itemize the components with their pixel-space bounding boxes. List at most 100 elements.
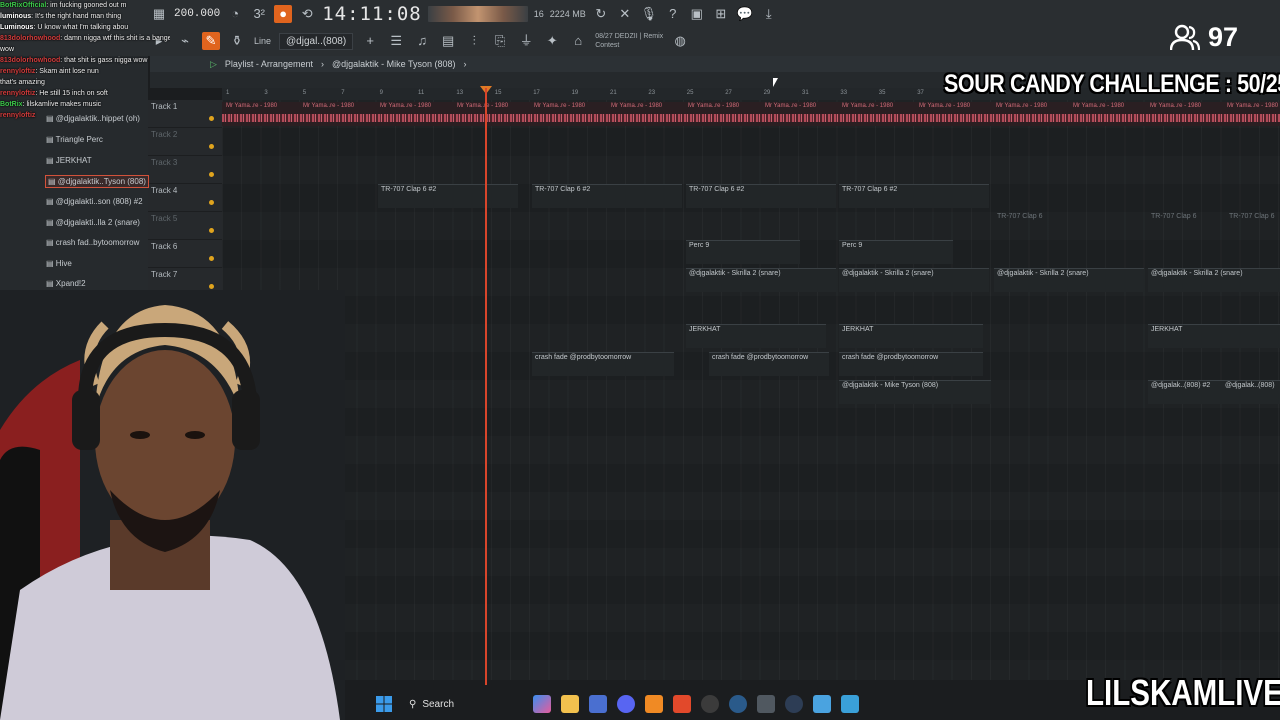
- track-mute-led[interactable]: [209, 256, 214, 261]
- plug-icon[interactable]: ⏚: [517, 32, 535, 50]
- pencil-icon[interactable]: ✎: [202, 32, 220, 50]
- taskbar-search[interactable]: ⚲ Search: [403, 693, 523, 715]
- pattern-clip[interactable]: @djgalaktik - Mike Tyson (808): [839, 380, 991, 404]
- chat-message: rennyloftiz: He still 15 inch on soft: [0, 88, 170, 99]
- track-mute-led[interactable]: [209, 228, 214, 233]
- playlist-icon[interactable]: ☰: [387, 32, 405, 50]
- chat-username: 813dolorhowhood: [0, 35, 61, 42]
- piano-roll-icon[interactable]: ♫: [413, 32, 431, 50]
- track-mute-led[interactable]: [209, 200, 214, 205]
- help-icon[interactable]: ?: [664, 5, 682, 23]
- magnet-icon[interactable]: ⌁: [176, 32, 194, 50]
- channel-brand: LILSKAMLIVE: [1086, 672, 1280, 713]
- pattern-clip[interactable]: crash fade @prodbytoomorrow: [839, 352, 983, 376]
- audio-clip-track1[interactable]: Mr Yama..re - 1980 Mr Yama..re - 1980 Mr Y…: [222, 102, 1280, 126]
- steam-icon[interactable]: [729, 695, 747, 713]
- pattern-clip[interactable]: @djgalaktik - Skrilla 2 (snare): [839, 268, 989, 292]
- pattern-clip[interactable]: @djgalaktik - Skrilla 2 (snare): [994, 268, 1144, 292]
- obs-icon[interactable]: [701, 695, 719, 713]
- play-arrow-icon[interactable]: ▷: [210, 59, 217, 70]
- track-mute-led[interactable]: [209, 144, 214, 149]
- pattern-clip[interactable]: TR-707 Clap 6 #2: [839, 184, 989, 208]
- browser-item[interactable]: ▤ crash fad..bytoomorrow: [46, 238, 139, 247]
- store-icon[interactable]: [589, 695, 607, 713]
- mixer-icon[interactable]: ✕: [616, 5, 634, 23]
- save-icon[interactable]: ▣: [688, 5, 706, 23]
- discord-icon[interactable]: [617, 695, 635, 713]
- pattern-clip[interactable]: TR-707 Clap 6: [994, 212, 1144, 236]
- pattern-clip[interactable]: TR-707 Clap 6 #2: [378, 184, 518, 208]
- plugin-icon[interactable]: ⊞: [712, 5, 730, 23]
- undo-icon[interactable]: ↻: [592, 5, 610, 23]
- audio-clip-label: Mr Yama..re - 1980: [380, 103, 432, 109]
- pattern-clip[interactable]: JERKHAT: [1148, 324, 1280, 348]
- playlist-grid[interactable]: Mr Yama..re - 1980 Mr Yama..re - 1980 Mr Y…: [222, 100, 1280, 680]
- pattern-clip[interactable]: Perc 9: [686, 240, 800, 264]
- countdown-icon[interactable]: 3²: [250, 5, 268, 23]
- track-mute-led[interactable]: [209, 116, 214, 121]
- windows-taskbar: ⚲ Search: [375, 690, 915, 718]
- windows-start-icon[interactable]: [375, 695, 393, 713]
- chat-username: rennyloftiz: [0, 90, 36, 97]
- paint-icon[interactable]: ⚱: [228, 32, 246, 50]
- browser-icon[interactable]: ⎘: [491, 32, 509, 50]
- pattern-clip[interactable]: JERKHAT: [839, 324, 983, 348]
- pattern-clip[interactable]: TR-707 Clap 6 #2: [686, 184, 836, 208]
- browser-item[interactable]: ▤ @djgalakti..lla 2 (snare): [46, 218, 140, 227]
- browser-item[interactable]: ▤ @djgalakti..son (808) #2: [46, 197, 143, 206]
- browser-item[interactable]: ▤ Xpand!2: [46, 279, 86, 288]
- news-panel[interactable]: 08/27 DEDZII | Remix Contest: [595, 32, 663, 50]
- pattern-clip[interactable]: @djgalaktik - Skrilla 2 (snare): [686, 268, 836, 292]
- brave-icon[interactable]: [673, 695, 691, 713]
- pattern-clip[interactable]: TR-707 Clap 6: [1226, 212, 1280, 236]
- toolbar-row-transport: ▦ 200.000 ◔ 3² ● ⟲ 14:11:08 16 2224 MB ↻…: [150, 2, 778, 26]
- pattern-clip[interactable]: Perc 9: [839, 240, 953, 264]
- browser-item[interactable]: ▤ @djgalaktik..Tyson (808): [45, 175, 149, 188]
- tempo-display[interactable]: 200.000: [174, 8, 220, 20]
- audio-clip-label: Mr Yama..re - 1980: [765, 103, 817, 109]
- photos-icon[interactable]: [841, 695, 859, 713]
- pattern-icon: ▤: [46, 279, 56, 288]
- pattern-clip[interactable]: crash fade @prodbytoomorrow: [709, 352, 829, 376]
- pattern-clip[interactable]: @djgalak..(808): [1222, 380, 1280, 404]
- pattern-clip[interactable]: TR-707 Clap 6 #2: [532, 184, 682, 208]
- pattern-clip[interactable]: JERKHAT: [686, 324, 826, 348]
- notepad-icon[interactable]: [813, 695, 831, 713]
- pattern-clip[interactable]: crash fade @prodbytoomorrow: [532, 352, 674, 376]
- wrench-icon[interactable]: ✦: [543, 32, 561, 50]
- pattern-clip[interactable]: TR-707 Clap 6: [1148, 212, 1228, 236]
- track-header-4[interactable]: Track 4: [148, 184, 222, 212]
- pattern-clip-label: crash fade @prodbytoomorrow: [842, 354, 939, 361]
- pattern-clip[interactable]: @djgalaktik - Skrilla 2 (snare): [1148, 268, 1280, 292]
- channel-rack-icon[interactable]: ▤: [439, 32, 457, 50]
- track-mute-led[interactable]: [209, 284, 214, 289]
- pattern-clip[interactable]: @djgalak..(808) #2: [1148, 380, 1222, 404]
- users-icon: [1170, 24, 1200, 50]
- mixer-view-icon[interactable]: ⫶: [465, 32, 483, 50]
- pattern-selector[interactable]: @djgal..(808): [279, 32, 354, 50]
- stamp-icon[interactable]: ⌂: [569, 32, 587, 50]
- chat-username: BotRix: [0, 101, 23, 108]
- track-header-5[interactable]: Track 5: [148, 212, 222, 240]
- playhead-line[interactable]: [485, 88, 487, 685]
- breadcrumb-separator-icon: ›: [320, 59, 324, 69]
- pattern-clip-label: TR-707 Clap 6: [997, 213, 1043, 220]
- loop-record-icon[interactable]: ⟲: [298, 5, 316, 23]
- metronome-icon[interactable]: ◔: [226, 5, 244, 23]
- fl-studio-icon[interactable]: [645, 695, 663, 713]
- chat-icon[interactable]: 💬: [736, 5, 754, 23]
- microphone-icon[interactable]: 🎙: [640, 5, 658, 23]
- snap-selector[interactable]: Line: [254, 36, 271, 46]
- browser-item[interactable]: ▤ Hive: [46, 259, 72, 268]
- record-button[interactable]: ●: [274, 5, 293, 23]
- globe-icon[interactable]: ◍: [671, 32, 689, 50]
- add-icon[interactable]: +: [361, 32, 379, 50]
- track-header-6[interactable]: Track 6: [148, 240, 222, 268]
- file-explorer-icon[interactable]: [561, 695, 579, 713]
- 4k-icon[interactable]: [785, 695, 803, 713]
- download-icon[interactable]: ⤓: [760, 5, 778, 23]
- track-mute-led[interactable]: [209, 172, 214, 177]
- ruler-bar-number: 9: [379, 90, 383, 96]
- copilot-icon[interactable]: [533, 695, 551, 713]
- app-icon[interactable]: [757, 695, 775, 713]
